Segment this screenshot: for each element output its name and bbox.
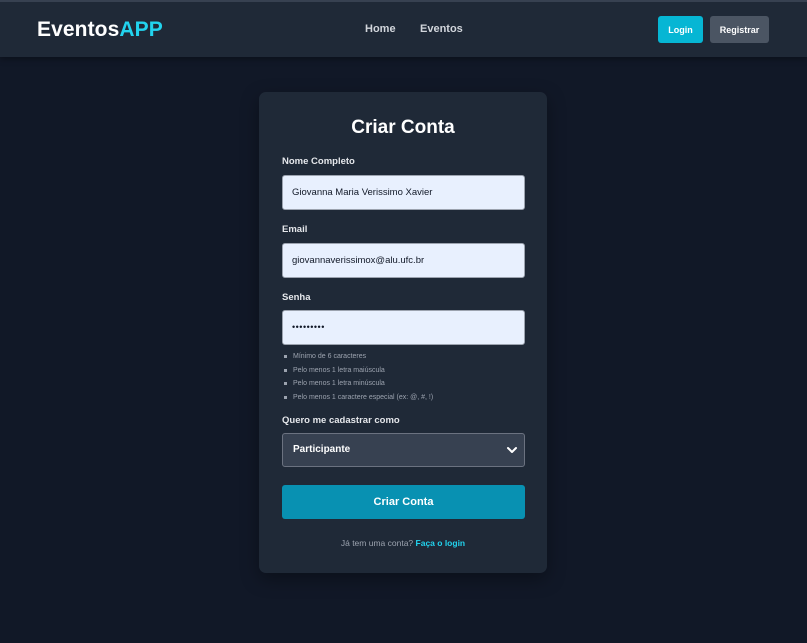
chevron-down-icon bbox=[507, 447, 517, 453]
nav-link-home[interactable]: Home bbox=[365, 23, 396, 35]
email-input[interactable]: giovannaverissimox@alu.ufc.br bbox=[282, 243, 525, 278]
brand-accent: APP bbox=[119, 18, 163, 41]
password-requirement: Pelo menos 1 caractere especial (ex: @, … bbox=[282, 391, 525, 405]
login-prompt: Já tem uma conta? Faça o login bbox=[259, 538, 547, 548]
account-type-select[interactable]: Participante bbox=[282, 433, 525, 467]
password-requirement: Mínimo de 6 caracteres bbox=[282, 350, 525, 364]
email-label: Email bbox=[282, 224, 308, 235]
password-requirements-list: Mínimo de 6 caracteres Pelo menos 1 letr… bbox=[282, 350, 525, 404]
create-account-button[interactable]: Criar Conta bbox=[282, 485, 525, 519]
password-input[interactable]: ••••••••• bbox=[282, 310, 525, 345]
brand-logo[interactable]: EventosAPP bbox=[37, 18, 163, 42]
top-navbar: EventosAPP Home Eventos Login Registrar bbox=[0, 0, 807, 57]
account-type-label: Quero me cadastrar como bbox=[282, 415, 400, 426]
login-prompt-text: Já tem uma conta? bbox=[340, 538, 414, 548]
password-label: Senha bbox=[282, 292, 311, 303]
password-requirement: Pelo menos 1 letra maiúscula bbox=[282, 364, 525, 378]
full-name-label: Nome Completo bbox=[282, 156, 355, 167]
register-button[interactable]: Registrar bbox=[710, 16, 769, 43]
full-name-input[interactable]: Giovanna Maria Verissimo Xavier bbox=[282, 175, 525, 210]
login-button[interactable]: Login bbox=[658, 16, 703, 43]
password-requirement: Pelo menos 1 letra minúscula bbox=[282, 377, 525, 391]
account-type-value: Participante bbox=[293, 444, 351, 455]
page-title: Criar Conta bbox=[351, 117, 455, 138]
login-link[interactable]: Faça o login bbox=[416, 538, 466, 548]
brand-name: Eventos bbox=[37, 18, 120, 41]
nav-link-eventos[interactable]: Eventos bbox=[420, 23, 463, 35]
signup-card: Criar Conta Nome Completo Giovanna Maria… bbox=[259, 92, 547, 573]
